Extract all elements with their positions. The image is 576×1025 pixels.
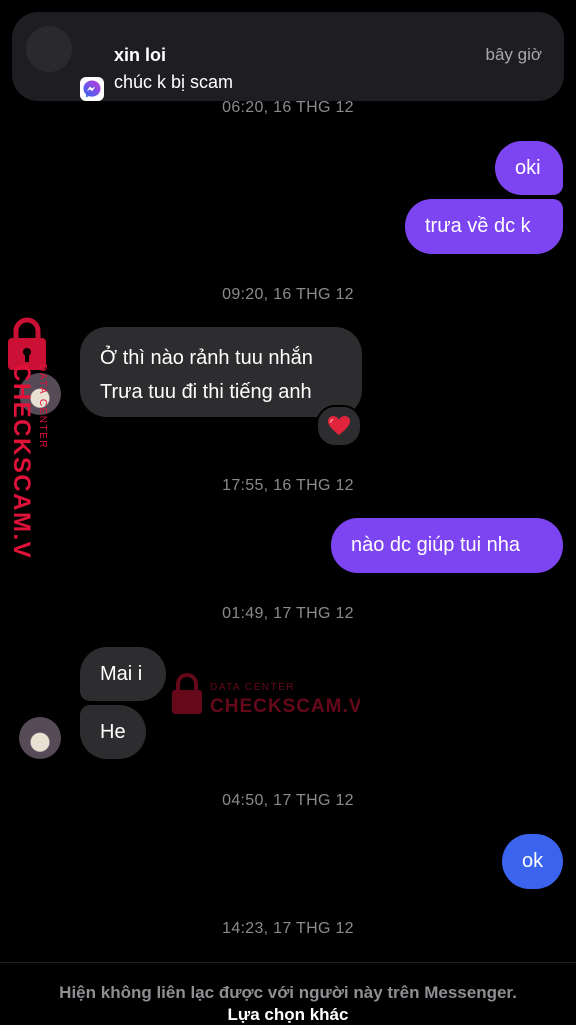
footer-divider [0, 962, 576, 963]
contact-avatar[interactable] [19, 373, 61, 415]
notification-avatar [26, 26, 72, 72]
message-bubble-received[interactable]: Ở thì nào rảnh tuu nhắn Trưa tuu đi thi … [80, 327, 362, 417]
checkscam-watermark: CHECKSCAM.VN DATA CENTER [8, 317, 48, 560]
notification-time: bây giờ [485, 45, 542, 64]
timestamp: 17:55, 16 THG 12 [222, 477, 354, 494]
notification-sender: xin loi [114, 45, 167, 65]
message-bubble-received[interactable]: He [80, 705, 146, 759]
message-bubble-sent[interactable]: trưa về dc k [405, 199, 563, 254]
message-line: Trưa tuu đi thi tiếng anh [100, 381, 312, 403]
timestamp: 04:50, 17 THG 12 [222, 792, 354, 809]
message-text: nào dc giúp tui nha [351, 534, 521, 556]
watermark-brand: CHECKSCAM.VN [210, 696, 360, 717]
message-bubble-sent[interactable]: nào dc giúp tui nha [331, 518, 563, 573]
message-text: Mai i [100, 662, 143, 685]
message-text: trưa về dc k [425, 215, 531, 237]
timestamp: 06:20, 16 THG 12 [222, 99, 354, 116]
heart-icon [328, 416, 350, 435]
messenger-icon [80, 77, 104, 101]
message-text: He [100, 720, 126, 743]
heart-reaction[interactable] [316, 405, 362, 447]
contact-avatar[interactable] [19, 717, 61, 759]
lock-icon [172, 673, 202, 714]
watermark-sub: DATA CENTER [210, 682, 295, 693]
notification-banner[interactable]: xin loi chúc k bị scam bây giờ [12, 12, 564, 101]
message-bubble-sent[interactable]: oki [495, 141, 563, 195]
lock-icon [8, 317, 46, 370]
other-options-button[interactable]: Lựa chọn khác [0, 1005, 576, 1025]
message-bubble-received[interactable]: Mai i [80, 647, 166, 701]
message-text: oki [515, 156, 541, 179]
timestamp: 01:49, 17 THG 12 [222, 605, 354, 622]
timestamp: 09:20, 16 THG 12 [222, 286, 354, 303]
timestamp: 14:23, 17 THG 12 [222, 920, 354, 937]
unavailable-notice: Hiện không liên lạc được với người này t… [59, 983, 517, 1002]
message-text: ok [522, 850, 544, 872]
notification-message: chúc k bị scam [114, 72, 234, 92]
message-bubble-sent[interactable]: ok [502, 834, 563, 889]
checkscam-watermark: DATA CENTER CHECKSCAM.VN [172, 673, 360, 717]
message-line: Ở thì nào rảnh tuu nhắn [100, 347, 313, 369]
